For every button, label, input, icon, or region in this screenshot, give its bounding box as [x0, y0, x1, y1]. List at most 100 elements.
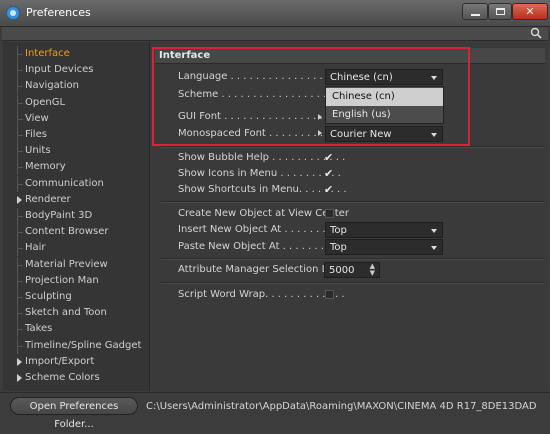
tree-branch: [17, 216, 23, 217]
show-icons-menu-label: Show Icons in Menu . . . . . . . . . .: [178, 168, 341, 179]
sidebar-item-view[interactable]: View: [3, 110, 149, 127]
tree-branch: [17, 135, 23, 136]
sidebar-item-navigation[interactable]: Navigation: [3, 78, 149, 95]
title-bar: Preferences ✕: [0, 0, 550, 27]
show-shortcuts-checkbox[interactable]: ✔: [324, 184, 334, 196]
expand-arrow-icon[interactable]: [17, 195, 22, 204]
tree-branch: [17, 264, 23, 266]
show-shortcuts-label: Show Shortcuts in Menu. . . . . . . .: [178, 184, 347, 195]
expand-arrow-icon[interactable]: [17, 357, 22, 366]
preferences-path: C:\Users\Administrator\AppData\Roaming\M…: [146, 401, 537, 412]
sidebar-item-content-browser[interactable]: Content Browser: [3, 224, 149, 241]
sidebar-item-takes[interactable]: Takes: [3, 321, 149, 338]
sidebar-item-label: Scheme Colors: [25, 372, 100, 383]
sidebar-item-label: Units: [25, 145, 51, 157]
sidebar-item-label: View: [25, 112, 49, 124]
tree-branch: [17, 183, 23, 185]
sidebar-item-label: Projection Man: [25, 274, 99, 286]
sidebar-item-label: Sketch and Toon: [25, 307, 107, 319]
sidebar-item-sketch-and-toon[interactable]: Sketch and Toon: [3, 305, 149, 322]
language-dropdown[interactable]: Chinese (cn): [325, 69, 443, 85]
maximize-button[interactable]: [488, 3, 512, 20]
sidebar-item-label: OpenGL: [25, 96, 66, 108]
tree-branch: [17, 151, 23, 153]
sidebar-item-opengl[interactable]: OpenGL: [3, 94, 149, 111]
preferences-sidebar: Interface Input Devices Navigation OpenGL Vi…: [3, 42, 150, 391]
cinema4d-logo-icon: [6, 6, 20, 20]
sidebar-item-renderer[interactable]: Renderer: [3, 192, 149, 208]
create-new-object-label: Create New Object at View Center: [178, 208, 349, 219]
sidebar-item-hair[interactable]: Hair: [3, 240, 149, 257]
tree-branch: [17, 118, 23, 120]
attribute-limit-input[interactable]: 5000 ▲ ▼: [324, 262, 380, 278]
sidebar-item-label: Navigation: [25, 80, 79, 92]
insert-new-object-dropdown[interactable]: Top: [325, 222, 443, 238]
sidebar-item-label: Material Preview: [25, 258, 108, 270]
show-icons-menu-checkbox[interactable]: ✔: [324, 168, 334, 180]
show-bubble-help-label: Show Bubble Help . . . . . . . . . . . .: [178, 152, 346, 163]
script-word-wrap-label: Script Word Wrap. . . . . . . . . . . . …: [178, 289, 345, 300]
tree-branch: [17, 167, 23, 169]
spinner-arrows-icon[interactable]: ▲ ▼: [370, 263, 375, 277]
sidebar-item-material-preview[interactable]: Material Preview: [3, 256, 149, 273]
sidebar-item-projection-man[interactable]: Projection Man: [3, 272, 149, 289]
sidebar-item-label: Sculpting: [25, 291, 72, 302]
sidebar-item-memory[interactable]: Memory: [3, 159, 149, 176]
tree-branch: [17, 54, 23, 55]
monospaced-font-dropdown[interactable]: Courier New: [325, 126, 443, 142]
chevron-down-icon: [431, 229, 437, 233]
paste-new-object-label: Paste New Object At . . . . . . . . . .: [178, 241, 344, 252]
sidebar-item-label: Import/Export: [25, 355, 95, 367]
sidebar-item-input-devices[interactable]: Input Devices: [3, 62, 149, 79]
language-option-english[interactable]: English (us): [326, 106, 443, 124]
create-new-object-checkbox[interactable]: [325, 209, 334, 218]
window-title: Preferences: [26, 6, 91, 19]
insert-new-object-label: Insert New Object At . . . . . . . . .: [178, 224, 339, 235]
search-icon[interactable]: [530, 27, 542, 39]
language-value: Chinese (cn): [330, 72, 393, 83]
tree-branch: [17, 345, 23, 347]
sidebar-item-files[interactable]: Files: [3, 127, 149, 143]
sidebar-item-sculpting[interactable]: Sculpting: [3, 289, 149, 305]
tree-branch: [17, 313, 23, 315]
paste-new-object-dropdown[interactable]: Top: [325, 239, 443, 255]
sidebar-item-communication[interactable]: Communication: [3, 175, 149, 192]
divider: [161, 258, 545, 260]
sidebar-item-label: Input Devices: [25, 64, 94, 76]
close-icon: ✕: [525, 5, 535, 18]
sidebar-item-label: Takes: [25, 323, 53, 335]
paste-new-object-value: Top: [330, 242, 347, 253]
sidebar-item-import-export[interactable]: Import/Export: [3, 354, 149, 370]
expand-arrow-icon[interactable]: [318, 114, 322, 120]
interface-panel: Interface Language . . . . . . . . . . .…: [151, 42, 547, 391]
tree-branch: [17, 329, 23, 331]
insert-new-object-value: Top: [330, 225, 347, 236]
sidebar-item-interface[interactable]: Interface: [3, 46, 149, 62]
minimize-button[interactable]: [462, 3, 488, 20]
tree-branch: [17, 102, 23, 104]
footer-bar: Open Preferences Folder... C:\Users\Admi…: [0, 392, 550, 430]
tree-branch: [17, 297, 23, 298]
expand-arrow-icon[interactable]: [318, 130, 322, 136]
expand-arrow-icon[interactable]: [17, 374, 22, 382]
sidebar-item-units[interactable]: Units: [3, 143, 149, 160]
sidebar-item-label: Renderer: [25, 193, 71, 205]
sidebar-item-scheme-colors[interactable]: Scheme Colors: [3, 370, 149, 386]
scheme-label: Scheme . . . . . . . . . . . . . . . . .…: [178, 89, 346, 100]
divider: [161, 282, 545, 284]
open-preferences-folder-button[interactable]: Open Preferences Folder...: [10, 397, 138, 430]
sidebar-item-timeline-spline-gadget[interactable]: Timeline/Spline Gadget: [3, 337, 149, 354]
show-bubble-help-checkbox[interactable]: ✔: [324, 152, 334, 164]
language-option-chinese[interactable]: Chinese (cn): [326, 88, 443, 106]
monospaced-font-value: Courier New: [330, 129, 392, 140]
sidebar-item-label: Memory: [25, 161, 66, 173]
sidebar-item-bodypaint-3d[interactable]: BodyPaint 3D: [3, 208, 149, 224]
close-button[interactable]: ✕: [512, 3, 548, 20]
gui-font-label: GUI Font . . . . . . . . . . . . . . . .…: [178, 111, 336, 122]
divider: [161, 146, 545, 148]
tree-branch: [17, 70, 23, 72]
script-word-wrap-checkbox[interactable]: [325, 290, 334, 299]
minimize-icon: [470, 13, 480, 16]
sidebar-item-label: BodyPaint 3D: [25, 210, 93, 221]
tree-branch: [17, 232, 23, 234]
